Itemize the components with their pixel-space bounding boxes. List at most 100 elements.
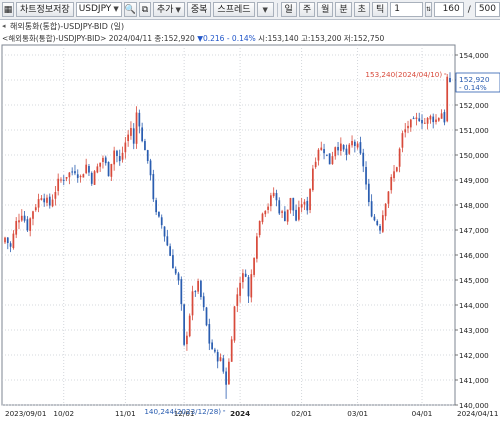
save-chart-button[interactable]: 차트정보저장: [16, 2, 74, 17]
candle-body: [121, 152, 124, 160]
y-tick-label: 149,000: [459, 176, 489, 185]
spread-button[interactable]: 스프레드: [213, 2, 255, 17]
candle-body: [62, 179, 65, 181]
period-low-label: 140,244(2023/12/28): [144, 407, 221, 416]
grid-icon[interactable]: ▦: [2, 2, 14, 17]
candle-body: [54, 192, 57, 199]
chart-info-suffix: 시:153,140 고:153,200 저:152,750: [255, 34, 385, 43]
candle-body: [65, 177, 68, 179]
candle-body: [230, 339, 233, 362]
candle-body: [267, 206, 269, 210]
candle-body: [116, 150, 118, 157]
candle-body: [158, 211, 160, 217]
period-month-tab[interactable]: 월: [317, 2, 334, 17]
candle-body: [242, 273, 244, 283]
candle-body: [284, 211, 286, 221]
candle-body: [127, 134, 130, 142]
y-tick-label: 147,000: [459, 226, 489, 235]
candle-body: [429, 116, 432, 120]
candle-body: [264, 210, 267, 215]
period-week-tab[interactable]: 주: [298, 2, 316, 17]
disabled-dropdown[interactable]: ▼: [256, 2, 274, 17]
candle-body: [152, 174, 155, 200]
candle-body: [160, 217, 163, 226]
y-tick-label: 145,000: [459, 276, 489, 285]
candle-body: [393, 171, 395, 179]
candle-body: [144, 141, 146, 151]
candle-body: [228, 361, 230, 385]
candle-body: [174, 268, 177, 274]
candle-body: [43, 198, 46, 203]
candle-body: [303, 201, 306, 205]
candle-body: [29, 218, 32, 231]
overlay-button[interactable]: 중복: [186, 2, 212, 17]
chart-info-prefix: <해외통화(통합)-USDJPY-BID> 2024/04/11 종:152,9…: [2, 34, 198, 43]
candle-body: [194, 291, 197, 293]
candle-body: [135, 112, 138, 144]
x-tick-label: 03/01: [347, 409, 368, 418]
overlay-icon[interactable]: ⧉: [138, 2, 151, 17]
candle-body: [6, 237, 9, 243]
candle-body: [339, 143, 342, 151]
chevron-down-icon: ▼: [113, 5, 119, 13]
candle-body: [20, 215, 23, 221]
candle-body: [104, 157, 107, 164]
candle-body: [93, 171, 96, 185]
candle-body: [289, 198, 292, 211]
total-count-input[interactable]: 500: [474, 2, 500, 17]
interval-stepper-icon[interactable]: ⇅: [424, 2, 433, 17]
candle-body: [292, 197, 295, 211]
candle-body: [18, 220, 20, 223]
candle-body: [82, 174, 85, 178]
price-chart-svg[interactable]: 154,000153,000152,000151,000150,000149,0…: [0, 21, 500, 423]
y-tick-label: 148,000: [459, 201, 489, 210]
candle-body: [107, 161, 110, 177]
candle-body: [138, 112, 141, 127]
candle-body: [113, 150, 116, 165]
candle-body: [325, 154, 328, 156]
candle-body: [46, 197, 48, 203]
search-icon[interactable]: 🔍: [123, 2, 137, 17]
candle-body: [404, 129, 407, 133]
candle-body: [272, 192, 275, 197]
candle-body: [155, 200, 157, 213]
count-input[interactable]: 160: [434, 2, 464, 17]
add-button[interactable]: 추가 ▼: [152, 2, 185, 17]
candle-body: [281, 211, 283, 213]
candle-body: [200, 280, 202, 298]
candle-body: [124, 142, 127, 153]
chart-info-line: <해외통화(통합)-USDJPY-BID> 2024/04/11 종:152,9…: [0, 33, 455, 44]
x-tick-label: 11/01: [115, 409, 136, 418]
y-tick-label: 146,000: [459, 251, 489, 260]
symbol-select[interactable]: USDJPY ▼: [75, 2, 122, 17]
x-tick-label: 04/01: [412, 409, 433, 418]
candle-body: [163, 226, 166, 237]
candle-body: [76, 174, 79, 178]
candle-body: [317, 149, 320, 161]
candle-body: [247, 277, 250, 297]
candle-body: [323, 149, 325, 154]
interval-input[interactable]: 1: [390, 2, 423, 17]
candle-body: [253, 258, 255, 275]
candle-body: [334, 147, 337, 157]
candle-body: [32, 211, 34, 219]
candle-body: [351, 140, 353, 146]
candle-body: [110, 163, 113, 177]
candle-body: [141, 127, 144, 142]
candle-body: [306, 200, 309, 211]
period-day-tab[interactable]: 일: [280, 2, 297, 17]
candle-body: [166, 236, 169, 246]
period-minute-tab[interactable]: 분: [335, 2, 352, 17]
candle-body: [401, 133, 404, 148]
chart-info-change: ▼0.216 - 0.14%: [197, 34, 256, 43]
candle-body: [225, 371, 227, 385]
period-tick-tab[interactable]: 틱: [371, 2, 389, 17]
candle-body: [409, 119, 412, 128]
candle-body: [102, 157, 104, 162]
candle-body: [365, 166, 367, 185]
period-second-tab[interactable]: 초: [353, 2, 370, 17]
candle-body: [250, 274, 253, 298]
toolbar: ▦ 차트정보저장 USDJPY ▼ 🔍 ⧉ 추가 ▼ 중복 스프레드 ▼ 일 주 …: [0, 0, 500, 20]
y-tick-label: 154,000: [459, 51, 489, 60]
chart-area[interactable]: 154,000153,000152,000151,000150,000149,0…: [0, 21, 500, 423]
